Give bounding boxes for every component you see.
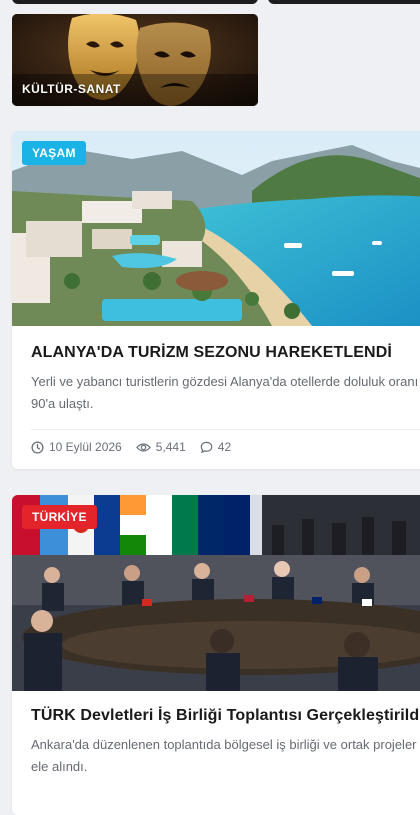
- category-label: KÜLTÜR-SANAT: [22, 82, 121, 96]
- article-views: 5,441: [135, 440, 186, 454]
- comments-count: 42: [217, 440, 232, 454]
- eye-icon: [135, 442, 151, 452]
- article-comments[interactable]: 42: [200, 440, 231, 454]
- category-badge[interactable]: YAŞAM: [22, 141, 86, 165]
- comment-icon: [200, 441, 213, 453]
- article-excerpt: Ankara'da düzenlenen toplantıda bölgesel…: [31, 737, 417, 774]
- category-badge[interactable]: TÜRKİYE: [22, 505, 97, 529]
- news-image[interactable]: YAŞAM: [12, 131, 420, 326]
- category-card-culture[interactable]: KÜLTÜR-SANAT: [12, 14, 258, 106]
- news-card[interactable]: YAŞAM ALANYA'DA TURİZM SEZONU HAREKETLEN…: [12, 131, 420, 469]
- views-count: 5,441: [155, 440, 186, 454]
- article-excerpt: Yerli ve yabancı turistlerin gözdesi Ala…: [31, 374, 419, 411]
- date-text: 10 Eylül 2026: [49, 440, 122, 454]
- previous-card-edge-right: [268, 0, 420, 4]
- article-date: 10 Eylül 2026: [31, 440, 122, 454]
- article-title[interactable]: TÜRK Devletleri İş Birliği Toplantısı Ge…: [12, 691, 420, 725]
- news-card[interactable]: TÜRKİYE TÜRK Devletleri İş Birliği Topla…: [12, 495, 420, 815]
- article-title[interactable]: ALANYA'DA TURİZM SEZONU HAREKETLENDİ: [12, 326, 420, 362]
- news-image[interactable]: TÜRKİYE: [12, 495, 420, 691]
- clock-icon: [31, 440, 44, 454]
- article-meta: 10 Eylül 2026 5,441 42: [12, 430, 420, 454]
- previous-card-edge: [12, 0, 258, 4]
